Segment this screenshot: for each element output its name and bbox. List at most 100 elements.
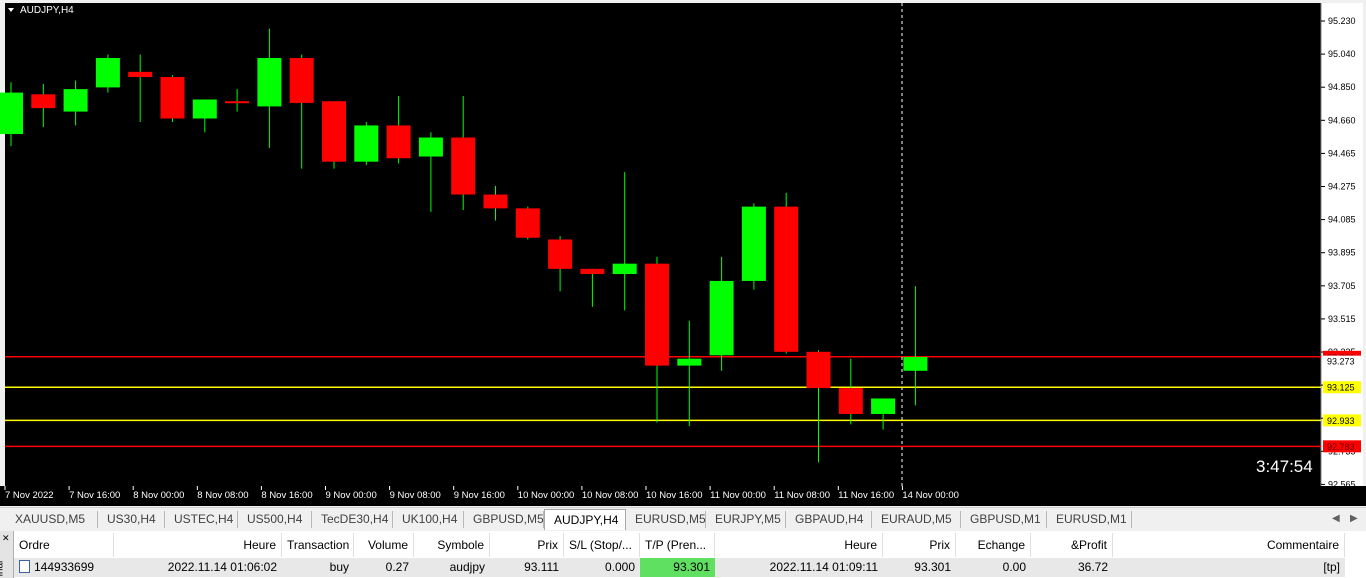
- tab-scroll-right-icon[interactable]: ▶: [1350, 513, 1358, 524]
- cell-heure-close: 2022.11.14 01:09:11: [715, 558, 883, 577]
- x-tick-label: 10 Nov 08:00: [582, 490, 639, 501]
- cell-heure-open: 2022.11.14 01:06:02: [114, 558, 282, 577]
- x-tick-label: 11 Nov 16:00: [838, 490, 894, 501]
- header-heure[interactable]: Heure: [114, 533, 282, 557]
- level-price-label: 92.783: [1327, 442, 1355, 452]
- chart-tab[interactable]: USTEC,H4: [165, 511, 238, 528]
- candle: [354, 121, 379, 166]
- chart-tab[interactable]: XAUUSD,M5: [6, 511, 98, 528]
- candle-body: [322, 101, 346, 162]
- chart-tab[interactable]: GBPUSD,M5: [464, 511, 544, 528]
- header-symbole[interactable]: Symbole: [414, 533, 490, 557]
- cell-echange: 0.00: [956, 558, 1031, 577]
- x-tick-label: 10 Nov 16:00: [646, 490, 703, 501]
- candle-body: [95, 58, 120, 88]
- terminal-panel: ✕ inal Ordre Heure Transaction Volume Symbol…: [0, 531, 1366, 578]
- chart-tab[interactable]: UK100,H4: [393, 511, 464, 528]
- level-price-label: 93.125: [1327, 383, 1355, 393]
- candle-body: [354, 125, 379, 162]
- x-tick-label: 8 Nov 08:00: [197, 490, 248, 501]
- candle-body: [580, 268, 605, 275]
- candle-body: [903, 356, 928, 371]
- cell-ordre: 144933699: [14, 558, 114, 577]
- chart-tab[interactable]: EURAUD,M5: [872, 511, 961, 528]
- candle-body: [128, 71, 153, 78]
- candle-body: [774, 206, 799, 352]
- x-tick-label: 9 Nov 00:00: [326, 490, 377, 501]
- chart-tab[interactable]: GBPAUD,H4: [786, 511, 872, 528]
- chart-window[interactable]: 95.230 95.040 94.850 94.660 94.465 94.275 94.0…: [0, 0, 1366, 506]
- candle-body: [741, 206, 766, 281]
- candle: [322, 101, 346, 169]
- x-tick-label: 7 Nov 16:00: [69, 490, 120, 501]
- header-echange[interactable]: Echange: [956, 533, 1031, 557]
- candle-body: [645, 263, 669, 366]
- header-heure-close[interactable]: Heure: [715, 533, 883, 557]
- candle: [515, 206, 540, 240]
- candle-body: [871, 398, 896, 415]
- chart-tab[interactable]: EURUSD,M1: [1047, 511, 1132, 528]
- chart-tab[interactable]: AUDJPY,H4: [544, 509, 626, 530]
- candle-body: [838, 388, 863, 415]
- candle: [160, 75, 185, 122]
- price-chart[interactable]: 95.230 95.040 94.850 94.660 94.465 94.275 94.0…: [0, 0, 1366, 506]
- candle: [741, 203, 766, 290]
- candle-body: [515, 208, 540, 238]
- chart-title: AUDJPY,H4: [20, 5, 74, 16]
- candle-body: [160, 77, 185, 119]
- chart-tab[interactable]: US500,H4: [238, 511, 312, 528]
- x-tick-label: 9 Nov 16:00: [454, 490, 505, 501]
- chart-tab[interactable]: EURUSD,M5: [626, 511, 706, 528]
- x-tick-label: 8 Nov 16:00: [261, 490, 312, 501]
- header-volume[interactable]: Volume: [354, 533, 414, 557]
- y-tick-label: 94.465: [1328, 148, 1356, 158]
- chart-tabs: XAUUSD,M5 US30,H4 USTEC,H4 US500,H4 TecDE30,…: [0, 507, 1366, 532]
- candle-body: [451, 137, 476, 195]
- y-tick-label: 94.085: [1328, 215, 1356, 225]
- y-tick-label: 94.660: [1328, 115, 1356, 125]
- x-tick-label: 7 Nov 2022: [5, 490, 54, 501]
- x-tick-label: 11 Nov 08:00: [774, 490, 830, 501]
- candle: [95, 54, 120, 93]
- chart-tab[interactable]: TecDE30,H4: [312, 511, 393, 528]
- close-icon[interactable]: ✕: [2, 533, 10, 544]
- chart-tab[interactable]: EURJPY,M5: [706, 511, 786, 528]
- x-tick-label: 9 Nov 08:00: [390, 490, 441, 501]
- header-ordre[interactable]: Ordre: [14, 533, 114, 557]
- y-tick-label: 94.850: [1328, 82, 1356, 92]
- cell-sl: 0.000: [564, 558, 640, 577]
- cell-volume: 0.27: [354, 558, 414, 577]
- candle-body: [0, 92, 23, 135]
- header-transaction[interactable]: Transaction: [282, 533, 354, 557]
- cell-symbole: audjpy: [414, 558, 490, 577]
- header-prix-close[interactable]: Prix: [883, 533, 956, 557]
- cell-prix-open: 93.111: [490, 558, 564, 577]
- candle-body: [709, 280, 734, 356]
- candle-body: [677, 358, 702, 366]
- candle-body: [548, 239, 573, 269]
- header-sl[interactable]: S/L (Stop/...: [564, 533, 640, 557]
- candle-body: [289, 58, 314, 103]
- x-tick-label: 8 Nov 00:00: [133, 490, 184, 501]
- cell-transaction: buy: [282, 558, 354, 577]
- header-profit[interactable]: &Profit: [1031, 533, 1113, 557]
- y-tick-label: 95.230: [1328, 16, 1356, 26]
- cell-prix-close: 93.301: [883, 558, 956, 577]
- y-tick-label: 94.275: [1328, 182, 1356, 192]
- header-prix[interactable]: Prix: [490, 533, 564, 557]
- x-tick-label: 11 Nov 00:00: [710, 490, 766, 501]
- y-tick-label: 95.040: [1328, 49, 1356, 59]
- tab-scroll-left-icon[interactable]: ◀: [1332, 513, 1340, 524]
- cell-tp: 93.301: [640, 558, 715, 577]
- y-tick-label: 93.705: [1328, 281, 1356, 291]
- bid-price-label: 93.273: [1327, 357, 1355, 367]
- chart-tab[interactable]: GBPUSD,M1: [961, 511, 1047, 528]
- header-tp[interactable]: T/P (Pren...: [640, 533, 715, 557]
- chart-tab[interactable]: US30,H4: [98, 511, 165, 528]
- level-price-label: 92.933: [1327, 416, 1355, 426]
- candle-body: [192, 99, 217, 119]
- header-commentaire[interactable]: Commentaire: [1113, 533, 1345, 557]
- candle-body: [612, 263, 637, 275]
- cell-commentaire: [tp]: [1113, 558, 1345, 577]
- cell-profit: 36.72: [1031, 558, 1113, 577]
